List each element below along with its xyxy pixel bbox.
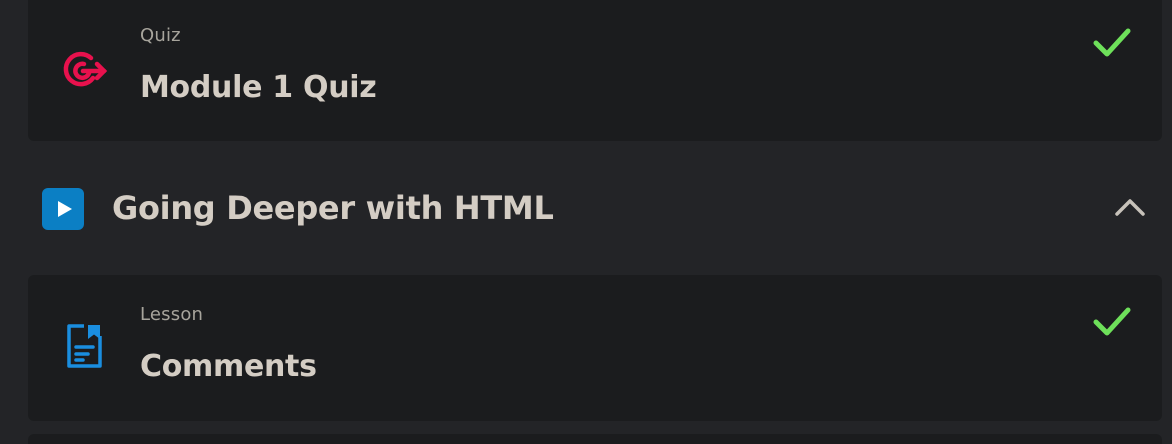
target-icon — [63, 51, 108, 87]
document-icon — [67, 324, 102, 368]
item-type-label: Lesson — [140, 304, 204, 325]
check-icon — [1093, 28, 1131, 57]
lesson-item-card[interactable]: Lesson Comments — [28, 275, 1162, 421]
check-icon — [1093, 307, 1131, 336]
section-header[interactable]: Going Deeper with HTML — [0, 168, 1172, 250]
quiz-item-card[interactable]: Quiz Module 1 Quiz — [28, 0, 1162, 141]
next-item-card[interactable] — [28, 434, 1162, 444]
course-outline: Quiz Module 1 Quiz Going Deeper with HTM… — [0, 0, 1172, 444]
item-title: Module 1 Quiz — [140, 70, 377, 105]
chevron-up-icon[interactable] — [1113, 194, 1147, 218]
item-type-label: Quiz — [140, 25, 181, 46]
section-title: Going Deeper with HTML — [112, 189, 554, 227]
item-title: Comments — [140, 349, 317, 384]
play-icon — [42, 188, 84, 230]
